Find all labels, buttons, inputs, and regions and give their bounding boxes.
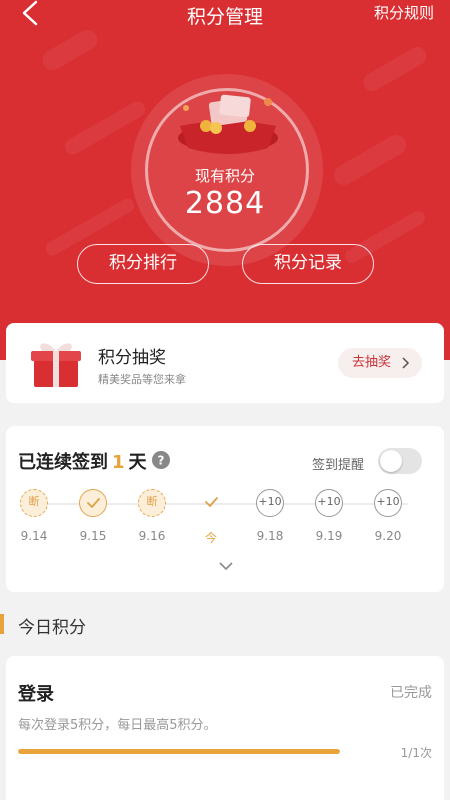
signin-day-date: 9.19 [315,529,343,543]
streak-days: 1 [112,452,125,473]
go-lottery-button[interactable]: 去抽奖 [338,348,422,378]
svg-text:?: ? [158,454,165,468]
task-description: 每次登录5积分，每日最高5积分。 [18,718,217,733]
gift-box-icon [31,343,81,387]
signin-day-mark: +10 [256,489,284,517]
signin-day: 断 9.14 [19,489,49,543]
check-icon [197,489,225,517]
task-progress-fill [18,749,340,754]
lottery-title: 积分抽奖 [98,348,166,368]
points-records-button[interactable]: 积分记录 [242,244,374,284]
signin-day: 9.15 [78,489,108,543]
streak-suffix: 天 [128,452,147,473]
task-count: 1/1次 [400,746,432,760]
points-header: 积分管理 积分规则 现有积分 2884 积分排行 积分记录 [0,0,450,360]
signin-day-date: 9.14 [20,529,48,543]
signin-streak: 已连续签到 1 天 [18,448,147,474]
streak-prefix: 已连续签到 [18,452,108,473]
section-accent-bar [0,614,4,634]
signin-day-date: 9.15 [79,529,107,543]
signin-day-mark: +10 [315,489,343,517]
points-ranking-button[interactable]: 积分排行 [77,244,209,284]
signin-card: 已连续签到 1 天 ? 签到提醒 断 9.14 9.15 断 9.16 今 +10 9.18 +10… [6,426,444,592]
chevron-down-icon[interactable] [218,560,234,572]
signin-day-date: 9.18 [256,529,284,543]
help-icon[interactable]: ? [152,451,170,469]
points-rules-link[interactable]: 积分规则 [374,2,434,23]
chevron-right-icon [402,357,410,369]
go-lottery-label: 去抽奖 [352,355,392,370]
task-card-login: 登录 已完成 每次登录5积分，每日最高5积分。 1/1次 [6,656,444,800]
task-title: 登录 [18,684,54,705]
task-status: 已完成 [390,685,432,701]
signin-day: +10 9.19 [314,489,344,543]
signin-day: 今 [196,489,226,546]
lottery-card[interactable]: 积分抽奖 精美奖品等您来拿 去抽奖 [6,323,444,403]
points-value: 2884 [184,186,266,221]
signin-day-date: 9.16 [138,529,166,543]
check-icon [79,489,107,517]
signin-day-date: 9.20 [374,529,402,543]
signin-day: +10 9.18 [255,489,285,543]
today-points-title: 今日积分 [18,618,86,638]
signin-day-date: 今 [204,531,217,545]
treasure-bowl-icon [178,94,278,154]
signin-day-mark: +10 [374,489,402,517]
points-label: 现有积分 [194,167,255,185]
signin-day: 断 9.16 [137,489,167,543]
task-progress-bar [18,749,340,754]
signin-reminder-toggle[interactable] [378,448,422,474]
toggle-knob [380,450,402,472]
signin-day-mark: 断 [138,489,166,517]
signin-day-mark: 断 [20,489,48,517]
signin-day: +10 9.20 [373,489,403,543]
signin-reminder-label: 签到提醒 [312,458,365,473]
nav-bar: 积分管理 积分规则 [0,0,450,28]
lottery-subtitle: 精美奖品等您来拿 [98,373,186,386]
